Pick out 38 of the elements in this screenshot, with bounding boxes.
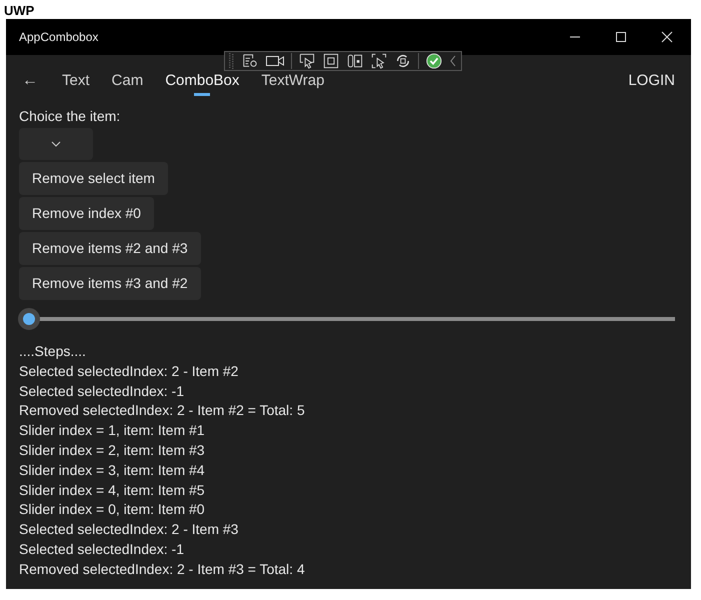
log-line: Slider index = 3, item: Item #4 bbox=[19, 460, 206, 480]
window-title: AppCombobox bbox=[19, 30, 100, 44]
grip-icon[interactable] bbox=[229, 53, 235, 69]
remove-button[interactable]: Remove items #3 and #2 bbox=[19, 267, 201, 300]
remove-button[interactable]: Remove select item bbox=[19, 162, 168, 195]
combo-label: Choice the item: bbox=[19, 108, 120, 124]
remove-button[interactable]: Remove items #2 and #3 bbox=[19, 232, 201, 265]
nav-tab[interactable]: ComboBox bbox=[165, 72, 240, 98]
log-line: Removed selectedIndex: 2 - Item #2 = Total: 5 bbox=[19, 401, 305, 420]
nav-tab[interactable]: Text bbox=[62, 72, 90, 98]
log-line: Selected selectedIndex: -1 bbox=[19, 382, 185, 401]
camera-icon[interactable] bbox=[265, 53, 285, 69]
caption-label: UWP bbox=[3, 2, 36, 19]
check-icon[interactable] bbox=[425, 53, 443, 69]
log-line: Selected selectedIndex: -1 bbox=[19, 540, 185, 559]
close-icon[interactable] bbox=[661, 31, 673, 43]
select-region-icon[interactable] bbox=[370, 53, 388, 69]
back-button[interactable]: ← bbox=[22, 72, 38, 89]
log-line: Slider index = 4, item: Item #5 bbox=[19, 480, 206, 500]
layout-icon[interactable] bbox=[346, 53, 364, 69]
nav-tab[interactable]: Cam bbox=[112, 72, 144, 98]
chevron-left-icon[interactable] bbox=[449, 54, 457, 68]
remove-button[interactable]: Remove index #0 bbox=[19, 197, 154, 230]
chevron-down-icon bbox=[51, 141, 61, 147]
log-line: Slider index = 0, item: Item #0 bbox=[19, 500, 206, 520]
log-line: Slider index = 2, item: Item #3 bbox=[19, 440, 206, 460]
log-line: Selected selectedIndex: 2 - Item #2 bbox=[19, 362, 240, 381]
frame-icon[interactable] bbox=[322, 53, 340, 69]
maximize-icon[interactable] bbox=[615, 31, 627, 43]
cursor-select-icon[interactable] bbox=[298, 53, 316, 69]
log-line: Removed selectedIndex: 2 - Item #3 = Total: 4 bbox=[19, 560, 305, 579]
login-button[interactable]: LOGIN bbox=[628, 72, 675, 89]
slider-thumb[interactable] bbox=[18, 308, 40, 330]
sync-icon[interactable] bbox=[394, 53, 412, 69]
log-line: Selected selectedIndex: 2 - Item #3 bbox=[19, 520, 240, 540]
log-line: ....Steps.... bbox=[19, 342, 87, 361]
log-line: Slider index = 1, item: Item #1 bbox=[19, 421, 206, 440]
nav-tab[interactable]: TextWrap bbox=[261, 72, 324, 98]
